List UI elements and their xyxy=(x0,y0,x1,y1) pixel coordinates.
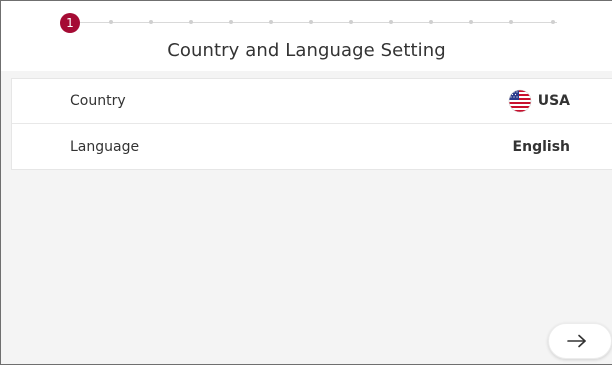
step-progress-indicator: 1 xyxy=(57,11,577,33)
settings-list: Country USA Language English xyxy=(11,78,612,170)
step-dot xyxy=(429,20,433,24)
step-dot xyxy=(469,20,473,24)
language-label: Language xyxy=(70,138,140,155)
setup-window: 1 Country and Language Setting Country U… xyxy=(0,0,612,365)
step-dot xyxy=(389,20,393,24)
step-dot xyxy=(349,20,353,24)
us-flag-icon xyxy=(508,89,532,113)
language-row[interactable]: Language English xyxy=(12,124,612,169)
step-dot xyxy=(109,20,113,24)
country-value: USA xyxy=(508,89,570,113)
page-title: Country and Language Setting xyxy=(167,40,446,61)
next-button[interactable] xyxy=(548,323,612,359)
country-row[interactable]: Country USA xyxy=(12,79,612,124)
header: 1 Country and Language Setting xyxy=(1,1,612,71)
language-value: English xyxy=(512,138,570,155)
step-dot xyxy=(309,20,313,24)
step-dot xyxy=(551,20,555,24)
progress-track xyxy=(71,22,557,23)
step-dot xyxy=(149,20,153,24)
step-dot xyxy=(509,20,513,24)
country-label: Country xyxy=(70,93,126,109)
step-dot xyxy=(269,20,273,24)
step-dot xyxy=(229,20,233,24)
country-value-text: USA xyxy=(537,93,570,109)
current-step-badge: 1 xyxy=(60,13,80,33)
step-dot xyxy=(189,20,193,24)
arrow-right-icon xyxy=(567,334,586,348)
